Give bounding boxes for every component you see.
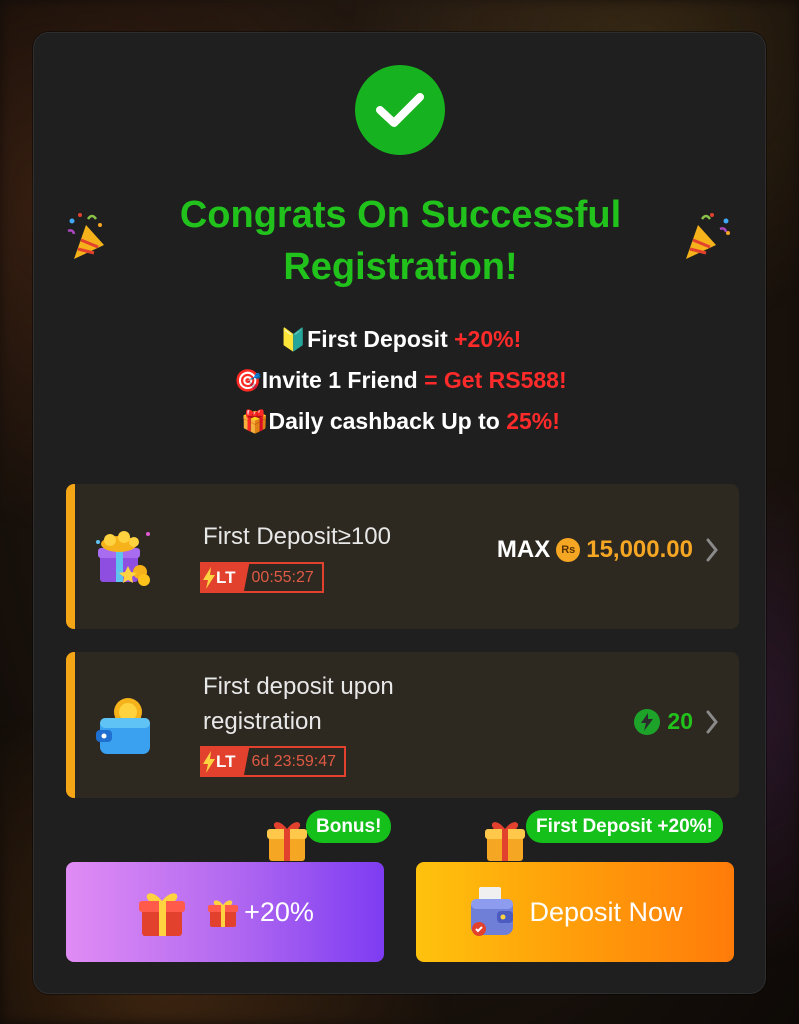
deposit-now-button[interactable]: Deposit Now bbox=[416, 862, 734, 962]
party-popper-icon bbox=[686, 213, 730, 259]
energy-bolt-icon bbox=[634, 708, 661, 735]
wallet-icon bbox=[96, 698, 150, 754]
perk-daily-cashback: 🎁Daily cashback Up to 25%! bbox=[241, 408, 560, 434]
perk-invite-friend: 🎯Invite 1 Friend = Get RS588! bbox=[234, 367, 567, 393]
chevron-right-icon bbox=[706, 710, 718, 733]
treasure-chest-icon bbox=[96, 531, 150, 586]
countdown-timer: 6d 23:59:47 bbox=[241, 746, 347, 777]
registration-success-modal: Congrats On Successful Registration! 🔰Fi… bbox=[33, 32, 766, 994]
bonus-button[interactable]: +20% bbox=[66, 862, 384, 962]
card-title: First Deposit≥100 bbox=[203, 523, 391, 550]
success-check-icon bbox=[355, 65, 445, 155]
rupee-coin-icon: Rs bbox=[556, 538, 581, 562]
deposit-button-label: Deposit Now bbox=[529, 896, 683, 927]
limited-time-tag: LT 6d 23:59:47 bbox=[200, 746, 347, 777]
gift-box-icon bbox=[485, 822, 525, 861]
gift-icon bbox=[208, 900, 239, 927]
beginner-badge-icon: 🔰 bbox=[279, 327, 308, 352]
first-deposit-bonus-card[interactable]: First Deposit≥100 LT 00:55:27 MAX Rs 15,… bbox=[66, 484, 739, 629]
countdown-timer: 00:55:27 bbox=[241, 562, 324, 593]
bonus-button-label: +20% bbox=[244, 896, 314, 927]
card-reward: 20 bbox=[634, 708, 719, 735]
reward-amount: 15,000.00 bbox=[586, 536, 693, 563]
wallet-icon bbox=[471, 887, 514, 936]
card-reward: MAX Rs 15,000.00 bbox=[497, 536, 719, 564]
first-deposit-ribbon: First Deposit +20%! bbox=[526, 810, 723, 843]
congrats-title: Congrats On Successful Registration! bbox=[179, 194, 622, 288]
registration-deposit-card[interactable]: First deposit upon registration LT 6d 23… bbox=[66, 652, 739, 798]
target-icon: 🎯 bbox=[234, 368, 262, 393]
limited-time-tag: LT 00:55:27 bbox=[200, 562, 324, 593]
gift-box-icon bbox=[267, 822, 307, 861]
gift-icon: 🎁 bbox=[241, 409, 269, 434]
perk-first-deposit: 🔰First Deposit +20%! bbox=[279, 326, 522, 352]
lightning-icon bbox=[203, 566, 215, 589]
party-popper-icon bbox=[67, 213, 104, 259]
chevron-right-icon bbox=[706, 538, 718, 562]
reward-amount: 20 bbox=[667, 708, 693, 734]
gift-box-icon bbox=[139, 893, 186, 936]
lightning-icon bbox=[203, 750, 215, 773]
bonus-ribbon: Bonus! bbox=[306, 810, 392, 843]
perk-list: 🔰First Deposit +20%! 🎯Invite 1 Friend = … bbox=[34, 319, 767, 442]
card-title: First deposit upon registration bbox=[203, 673, 394, 735]
